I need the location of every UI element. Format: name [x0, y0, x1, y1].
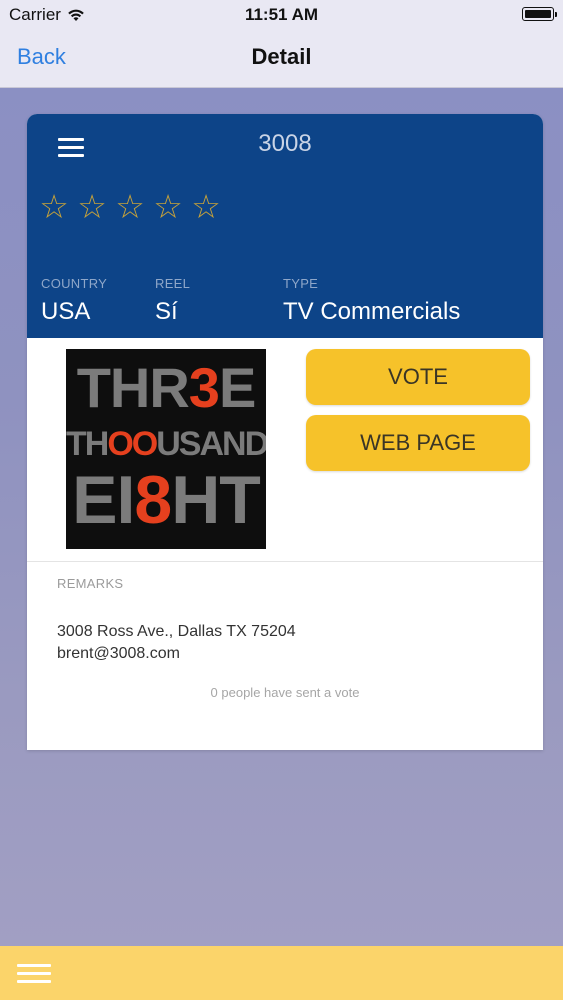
- logo-line-3: EI8HT: [72, 462, 261, 538]
- reel-label: REEL: [155, 276, 191, 291]
- star-icon[interactable]: ☆: [37, 190, 71, 223]
- star-rating[interactable]: ☆ ☆ ☆ ☆ ☆: [37, 190, 223, 223]
- battery-tip: [555, 12, 557, 17]
- detail-card: 3008 ☆ ☆ ☆ ☆ ☆ COUNTRY USA REEL Sí TYPE …: [27, 114, 543, 750]
- status-bar: Carrier 11:51 AM: [0, 0, 563, 30]
- vote-button[interactable]: VOTE: [306, 349, 530, 405]
- email-text: brent@3008.com: [57, 645, 180, 662]
- card-title: 3008: [258, 130, 312, 157]
- reel-value: Sí: [155, 298, 178, 325]
- clock: 11:51 AM: [244, 5, 319, 24]
- remarks-text: 3008 Ross Ave., Dallas TX 75204 brent@30…: [57, 621, 296, 665]
- vote-count-text: 0 people have sent a vote: [210, 685, 360, 700]
- logo-line-1: THR3E: [76, 356, 257, 419]
- star-icon[interactable]: ☆: [189, 190, 223, 223]
- page-title: Detail: [251, 44, 312, 69]
- logo-line-2: THOOUSAND: [66, 425, 266, 463]
- navigation-bar: Back Detail: [0, 30, 563, 88]
- country-field: COUNTRY USA: [41, 276, 107, 326]
- star-icon[interactable]: ☆: [113, 190, 147, 223]
- address-text: 3008 Ross Ave., Dallas TX 75204: [57, 623, 296, 640]
- star-icon[interactable]: ☆: [151, 190, 185, 223]
- type-label: TYPE: [283, 276, 319, 291]
- country-label: COUNTRY: [41, 276, 108, 291]
- type-value: TV Commercials: [283, 298, 461, 325]
- country-value: USA: [41, 298, 91, 325]
- reel-field: REEL Sí: [155, 276, 190, 326]
- hamburger-menu-icon[interactable]: [17, 964, 51, 984]
- web-page-button[interactable]: WEB PAGE: [306, 415, 530, 471]
- card-header: 3008 ☆ ☆ ☆ ☆ ☆ COUNTRY USA REEL Sí TYPE …: [27, 114, 543, 338]
- company-logo: THR3E THOOUSAND EI8HT: [66, 349, 266, 549]
- battery-icon: [522, 7, 554, 21]
- type-field: TYPE TV Commercials: [283, 276, 460, 326]
- remarks-label: REMARKS: [57, 576, 124, 591]
- star-icon[interactable]: ☆: [75, 190, 109, 223]
- bottom-bar: [0, 946, 563, 1000]
- section-divider: [27, 561, 543, 562]
